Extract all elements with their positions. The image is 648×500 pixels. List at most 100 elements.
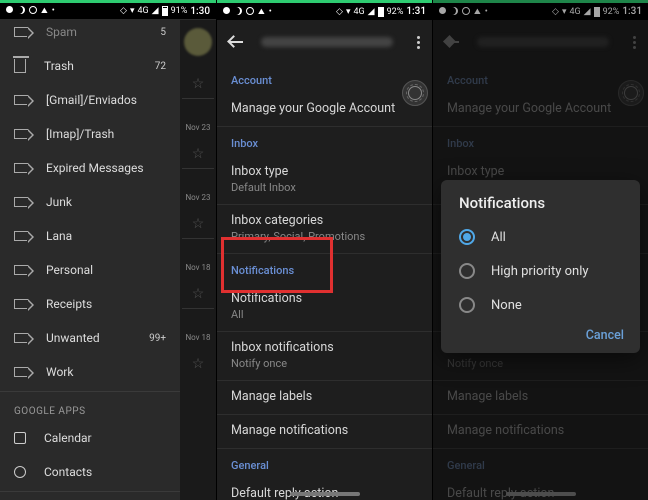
row-notifications[interactable]: Notifications All bbox=[217, 283, 432, 332]
star-icon: ☆ bbox=[180, 76, 216, 92]
drawer-item-enviados[interactable]: [Gmail]/Enviados bbox=[0, 83, 180, 117]
row-manage-labels[interactable]: Manage labels bbox=[217, 381, 432, 415]
radio-option-high-priority[interactable]: High priority only bbox=[441, 254, 640, 288]
cancel-button[interactable]: Cancel bbox=[586, 328, 624, 343]
clock: 1:31 bbox=[406, 6, 426, 17]
phone-screen-1: ⛰ • ◇ ▾ 4G ◢ 91% 1:30 ☆ Nov 23 ☆ Nov 23 … bbox=[0, 0, 216, 500]
radio-label: High priority only bbox=[491, 264, 589, 279]
clock: 1:30 bbox=[190, 6, 210, 17]
dot-icon: • bbox=[269, 7, 272, 17]
row-secondary: Primary, Social, Promotions bbox=[231, 230, 418, 243]
trash-icon bbox=[14, 59, 26, 73]
drawer-item-work[interactable]: Work bbox=[0, 355, 180, 389]
nav-handle[interactable] bbox=[290, 492, 360, 496]
drawer-count: 5 bbox=[160, 27, 166, 38]
row-secondary: Default Inbox bbox=[231, 181, 418, 194]
paramount-icon: ⛰ bbox=[41, 6, 48, 16]
label-icon bbox=[14, 197, 28, 207]
row-primary: Inbox categories bbox=[231, 213, 418, 228]
drawer-label: Work bbox=[46, 365, 73, 379]
star-icon: ☆ bbox=[180, 356, 216, 372]
nav-drawer[interactable]: Spam 5 Trash 72 [Gmail]/Enviados [Imap]/… bbox=[0, 19, 180, 500]
drawer-label: Spam bbox=[46, 25, 77, 39]
calendar-icon bbox=[14, 432, 26, 444]
dialog-title: Notifications bbox=[441, 194, 640, 220]
drawer-item-calendar[interactable]: Calendar bbox=[0, 421, 180, 455]
drawer-item-expired[interactable]: Expired Messages bbox=[0, 151, 180, 185]
battery-pct: 92% bbox=[387, 7, 404, 17]
edit-badge-icon[interactable] bbox=[402, 80, 428, 106]
more-icon[interactable] bbox=[417, 36, 420, 49]
row-primary: Inbox notifications bbox=[231, 340, 418, 355]
wifi-icon: ◇ bbox=[336, 7, 343, 17]
dot-icon: • bbox=[52, 6, 55, 16]
row-secondary: Notify once bbox=[231, 357, 418, 370]
circle-icon bbox=[246, 7, 254, 15]
drawer-item-junk[interactable]: Junk bbox=[0, 185, 180, 219]
row-reply-action[interactable]: Default reply action Reply bbox=[217, 478, 432, 500]
settings-list[interactable]: Account Manage your Google Account Inbox… bbox=[217, 64, 432, 500]
drawer-item-settings[interactable]: Settings bbox=[0, 494, 180, 500]
section-notifications: Notifications bbox=[217, 254, 432, 283]
radio-label: None bbox=[491, 298, 522, 313]
inbox-behind-drawer: ☆ Nov 23 ☆ Nov 23 ☆ Nov 18 ☆ Nov 18 ☆ bbox=[180, 20, 216, 500]
row-inbox-categories[interactable]: Inbox categories Primary, Social, Promot… bbox=[217, 205, 432, 254]
radio-icon bbox=[459, 263, 475, 279]
notification-dot-icon bbox=[223, 7, 230, 14]
app-bar bbox=[217, 20, 432, 64]
row-primary: Manage labels bbox=[231, 389, 418, 404]
row-primary: Inbox type bbox=[231, 164, 418, 179]
drawer-item-imap-trash[interactable]: [Imap]/Trash bbox=[0, 117, 180, 151]
dnd-moon-icon bbox=[17, 6, 25, 14]
drawer-count: 99+ bbox=[149, 333, 166, 344]
label-icon bbox=[14, 27, 28, 37]
back-arrow-icon[interactable] bbox=[229, 34, 245, 50]
radio-label: All bbox=[491, 230, 506, 245]
account-email-blurred bbox=[261, 37, 393, 47]
signal-icon-2: ◢ bbox=[152, 6, 159, 16]
row-manage-account[interactable]: Manage your Google Account bbox=[217, 93, 432, 127]
label-icon bbox=[14, 95, 28, 105]
signal-icon-2: ◢ bbox=[368, 7, 375, 17]
notification-dot-icon bbox=[6, 6, 13, 13]
drawer-label: Lana bbox=[46, 229, 72, 243]
drawer-item-trash[interactable]: Trash 72 bbox=[0, 49, 180, 83]
status-bar: ⛰ • ◇ ▾ 4G ◢ 91% 1:30 bbox=[0, 0, 216, 19]
row-inbox-notifications[interactable]: Inbox notifications Notify once bbox=[217, 332, 432, 381]
phone-screen-3: ⛰ • ◇ ▾ 4G ◢ 92% 1:31 Account Manage you… bbox=[432, 0, 648, 500]
battery-pct: 91% bbox=[171, 6, 188, 16]
drawer-count: 72 bbox=[155, 61, 166, 72]
row-primary: Notifications bbox=[231, 291, 418, 306]
drawer-item-personal[interactable]: Personal bbox=[0, 253, 180, 287]
radio-option-none[interactable]: None bbox=[441, 288, 640, 322]
drawer-item-contacts[interactable]: Contacts bbox=[0, 455, 180, 489]
section-general: General bbox=[217, 449, 432, 478]
row-primary: Manage notifications bbox=[231, 423, 418, 438]
battery-icon bbox=[378, 7, 384, 17]
drawer-label: Unwanted bbox=[46, 331, 100, 345]
drawer-item-unwanted[interactable]: Unwanted 99+ bbox=[0, 321, 180, 355]
signal-icon: ▾ bbox=[130, 6, 135, 16]
drawer-label: Personal bbox=[46, 263, 93, 277]
drawer-label: Contacts bbox=[44, 465, 92, 479]
contacts-icon bbox=[14, 466, 26, 478]
net-label: 4G bbox=[137, 6, 148, 16]
mail-date: Nov 23 bbox=[180, 193, 216, 202]
row-inbox-type[interactable]: Inbox type Default Inbox bbox=[217, 156, 432, 205]
phone-screen-2: ⛰ • ◇ ▾ 4G ◢ 92% 1:31 Account Manage you… bbox=[216, 0, 432, 500]
drawer-item-receipts[interactable]: Receipts bbox=[0, 287, 180, 321]
radio-option-all[interactable]: All bbox=[441, 220, 640, 254]
drawer-label: [Imap]/Trash bbox=[46, 127, 114, 141]
drawer-item-lana[interactable]: Lana bbox=[0, 219, 180, 253]
mail-date: Nov 23 bbox=[180, 123, 216, 132]
row-primary: Manage your Google Account bbox=[231, 101, 418, 116]
star-icon: ☆ bbox=[180, 286, 216, 302]
notifications-dialog: Notifications All High priority only Non… bbox=[441, 180, 640, 353]
row-manage-notifications[interactable]: Manage notifications bbox=[217, 415, 432, 449]
drawer-item-spam[interactable]: Spam 5 bbox=[0, 19, 180, 49]
drawer-label: Calendar bbox=[44, 431, 92, 445]
circle-icon bbox=[29, 6, 37, 14]
paramount-icon: ⛰ bbox=[258, 7, 265, 17]
net-label: 4G bbox=[353, 7, 364, 17]
mail-date: Nov 18 bbox=[180, 263, 216, 272]
